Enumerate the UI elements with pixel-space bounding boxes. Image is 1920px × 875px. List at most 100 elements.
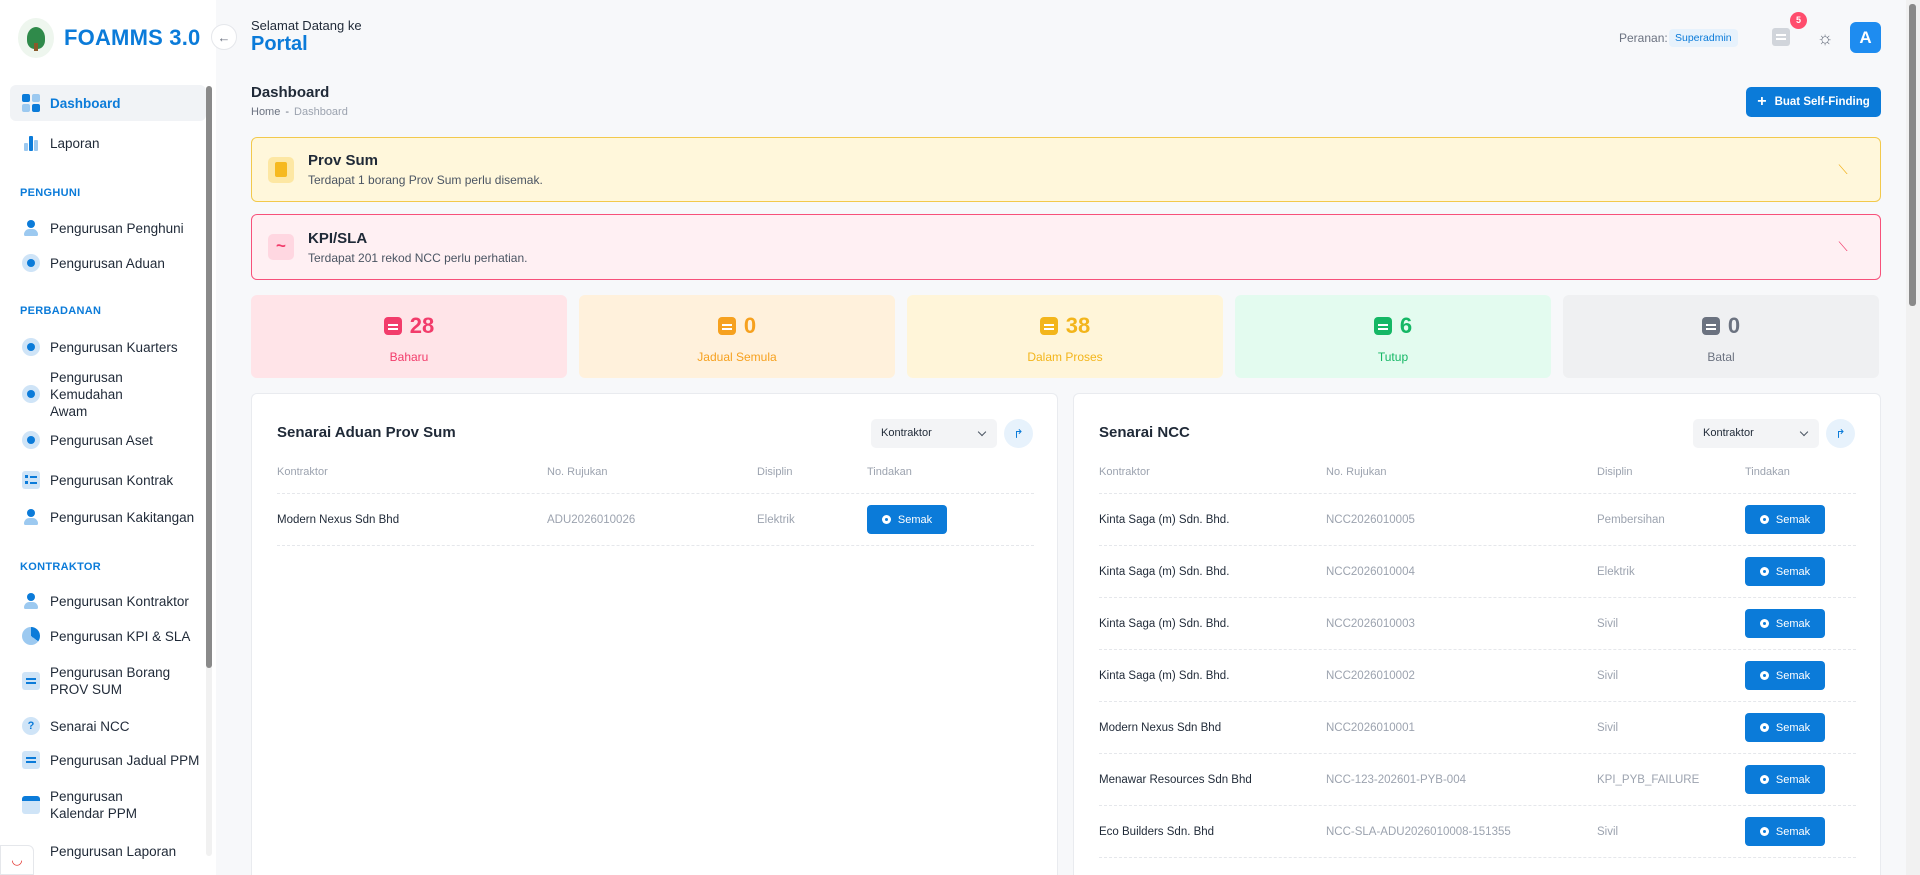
sidebar-item-pengurusan-kuarters[interactable]: Pengurusan Kuarters <box>10 329 206 365</box>
kontraktor-filter-select[interactable]: Kontraktor <box>1693 419 1819 448</box>
cell-rujukan: ADU2026010026 <box>547 514 636 526</box>
kontraktor-filter-select[interactable]: Kontraktor <box>871 419 997 448</box>
sidebar-item-laporan[interactable]: Laporan <box>10 125 206 161</box>
stat-value: 28 <box>409 313 435 338</box>
column-header-disiplin: Disiplin <box>1597 466 1633 478</box>
cell-rujukan: NCC2026010002 <box>1326 670 1415 682</box>
clipboard-icon <box>1701 317 1720 335</box>
sidebar-item-pengurusan-kakitangan[interactable]: Pengurusan Kakitangan <box>10 499 206 535</box>
stat-card-jadual-semula[interactable]: 0 Jadual Semula <box>579 295 895 378</box>
sidebar-item-pengurusan-aset[interactable]: Pengurusan Aset <box>10 422 206 458</box>
semak-button[interactable]: Semak <box>1745 505 1825 534</box>
semak-button[interactable]: Semak <box>1745 557 1825 586</box>
sidebar-item-pengurusan-laporan[interactable]: Pengurusan Laporan <box>10 837 206 865</box>
eye-icon <box>1759 775 1769 784</box>
table-row: Kinta Saga (m) Sdn. Bhd. NCC2026010003 Siv… <box>1099 598 1856 650</box>
stat-label: Tutup <box>1377 350 1409 364</box>
eye-icon <box>1759 619 1769 628</box>
column-header-tindakan: Tindakan <box>867 466 912 478</box>
cell-disiplin: KPI_PYB_FAILURE <box>1597 774 1700 786</box>
semak-button[interactable]: Semak <box>1745 765 1825 794</box>
sidebar-item-pengurusan-kpi-sla[interactable]: Pengurusan KPI & SLA <box>10 618 206 654</box>
section-penghuni: PENGHUNI <box>20 187 81 199</box>
cell-rujukan: NCC-SLA-ADU2026010008-151355 <box>1326 826 1511 838</box>
stat-card-tutup[interactable]: 6 Tutup <box>1235 295 1551 378</box>
staff-icon <box>22 508 40 526</box>
notification-count-badge: 5 <box>1790 12 1807 29</box>
checklist-icon <box>22 471 40 489</box>
pie-chart-icon <box>22 627 40 645</box>
eye-icon <box>881 515 891 524</box>
clipboard-icon <box>383 317 402 335</box>
cell-kontraktor: Kinta Saga (m) Sdn. Bhd. <box>1099 566 1230 578</box>
semak-button[interactable]: Semak <box>1745 713 1825 742</box>
breadcrumb-current: Dashboard <box>294 106 348 118</box>
stat-card-baharu[interactable]: 28 Baharu <box>251 295 567 378</box>
sidebar-scrollbar-thumb[interactable] <box>206 86 212 668</box>
alert-message: Terdapat 201 rekod NCC perlu perhatian. <box>308 250 528 265</box>
sidebar-item-pengurusan-penghuni[interactable]: Pengurusan Penghuni <box>10 210 206 246</box>
sidebar-item-pengurusan-kontraktor[interactable]: Pengurusan Kontraktor <box>10 583 206 619</box>
stat-card-dalam-proses[interactable]: 38 Dalam Proses <box>907 295 1223 378</box>
section-perbadanan: PERBADANAN <box>20 305 102 317</box>
cell-disiplin: Pembersihan <box>1597 514 1665 526</box>
sidebar-item-pengurusan-borang-prov-sum[interactable]: Pengurusan Borang PROV SUM <box>10 661 206 701</box>
page-title: Dashboard <box>251 84 330 101</box>
cell-rujukan: NCC2026010005 <box>1326 514 1415 526</box>
clipboard-icon <box>717 317 736 335</box>
cell-kontraktor: Kinta Saga (m) Sdn. Bhd. <box>1099 514 1230 526</box>
column-header-rujukan: No. Rujukan <box>1326 466 1387 478</box>
stat-value: 0 <box>1727 313 1741 338</box>
sidebar-item-pengurusan-kontrak[interactable]: Pengurusan Kontrak <box>10 462 206 498</box>
cell-disiplin: Elektrik <box>1597 566 1635 578</box>
grid-icon <box>22 94 40 112</box>
table-row: Kinta Saga (m) Sdn. Bhd. NCC2026010004 Ele… <box>1099 546 1856 598</box>
sidebar-item-pengurusan-kalendar-ppm[interactable]: Pengurusan Kalendar PPM <box>10 785 206 825</box>
semak-button[interactable]: Semak <box>867 505 947 534</box>
cell-disiplin: Sivil <box>1597 722 1619 734</box>
close-icon[interactable]: ⟍ <box>1836 240 1850 254</box>
cell-rujukan: NCC-123-202601-PYB-004 <box>1326 774 1466 786</box>
refresh-icon[interactable]: ↱ <box>1826 419 1855 448</box>
perbadanan-logo <box>18 18 54 58</box>
kpi-sla-alert: KPI/SLA Terdapat 201 rekod NCC perlu per… <box>251 214 1881 280</box>
sidebar-item-senarai-ncc[interactable]: ? Senarai NCC <box>10 708 206 744</box>
self-finding-button[interactable]: + Buat Self-Finding <box>1746 87 1881 117</box>
page-scrollbar-thumb[interactable] <box>1909 4 1916 306</box>
notification-icon[interactable] <box>1772 28 1790 46</box>
semak-button[interactable]: Semak <box>1745 609 1825 638</box>
cell-kontraktor: Kinta Saga (m) Sdn. Bhd. <box>1099 618 1230 630</box>
table-row: Modern Nexus Sdn Bhd NCC2026010001 Sivil Se… <box>1099 702 1856 754</box>
clipboard-icon <box>1039 317 1058 335</box>
clipboard-icon <box>1373 317 1392 335</box>
avatar[interactable]: A <box>1850 22 1881 53</box>
page-scrollbar-track[interactable] <box>1906 0 1920 875</box>
alert-message: Terdapat 1 borang Prov Sum perlu disemak… <box>308 173 543 187</box>
collapse-sidebar-button[interactable]: ← <box>211 24 237 50</box>
close-icon[interactable]: ⟍ <box>1836 162 1850 177</box>
sun-icon[interactable]: ☼ <box>1815 28 1835 48</box>
stat-label: Baharu <box>389 350 429 364</box>
alert-title: KPI/SLA <box>308 229 368 247</box>
column-header-tindakan: Tindakan <box>1745 466 1790 478</box>
semak-button[interactable]: Semak <box>1745 661 1825 690</box>
eye-icon <box>1759 671 1769 680</box>
brand[interactable]: FOAMMS 3.0 <box>0 0 216 76</box>
refresh-icon[interactable]: ↱ <box>1004 419 1033 448</box>
stat-label: Dalam Proses <box>1027 350 1103 364</box>
sidebar-item-pengurusan-jadual-ppm[interactable]: Pengurusan Jadual PPM <box>10 742 206 778</box>
home-icon <box>22 338 40 356</box>
semak-button[interactable]: Semak <box>1745 817 1825 846</box>
sidebar-item-dashboard[interactable]: Dashboard <box>10 85 206 121</box>
stat-card-batal[interactable]: 0 Batal <box>1563 295 1879 378</box>
cell-disiplin: Sivil <box>1597 618 1619 630</box>
sidebar-item-pengurusan-kemudahan-awam[interactable]: Pengurusan Kemudahan Awam <box>10 370 206 419</box>
sidebar-item-pengurusan-aduan[interactable]: Pengurusan Aduan <box>10 245 206 281</box>
cell-rujukan: NCC2026010001 <box>1326 722 1415 734</box>
section-kontraktor: KONTRAKTOR <box>20 561 102 573</box>
devtools-icon[interactable]: ◡ <box>0 845 34 875</box>
cell-rujukan: NCC2026010004 <box>1326 566 1415 578</box>
arrow-left-icon: ← <box>217 29 231 45</box>
breadcrumb-home[interactable]: Home <box>251 106 280 118</box>
cell-disiplin: Elektrik <box>757 514 795 526</box>
